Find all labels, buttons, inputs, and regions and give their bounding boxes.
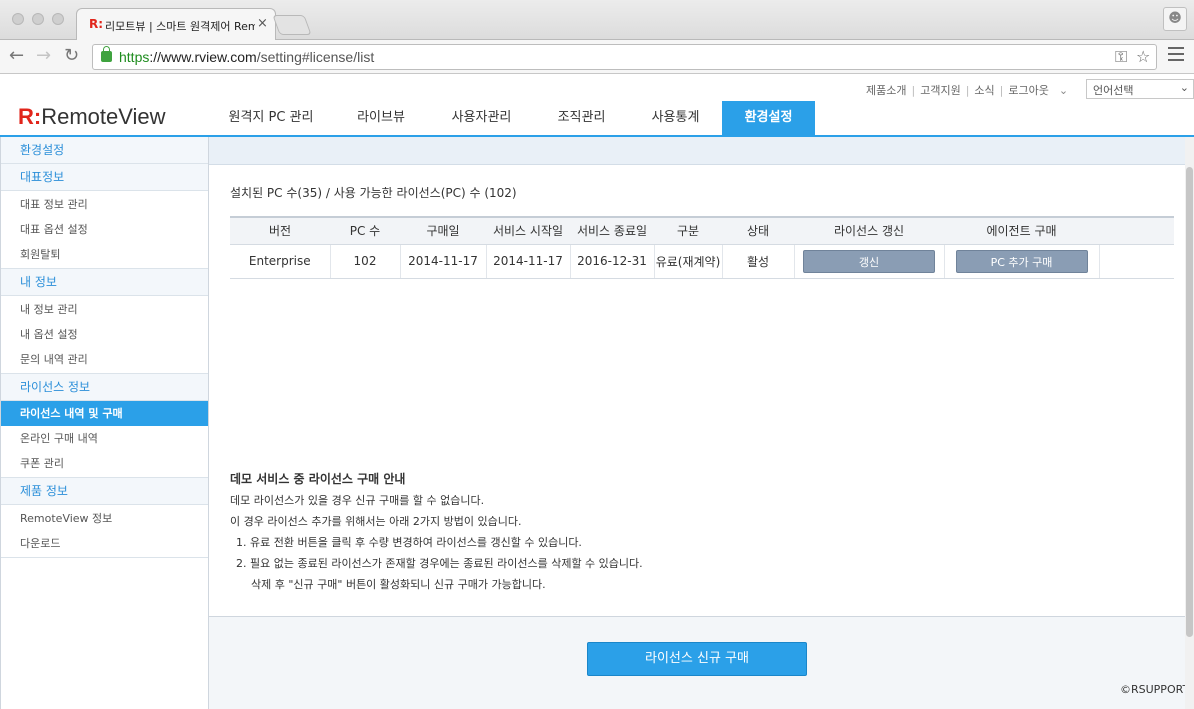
guide-title: 데모 서비스 중 라이선스 구매 안내 bbox=[230, 472, 406, 486]
utility-links: 제품소개 | 고객지원 | 소식 | 로그아웃 ⌄ bbox=[866, 84, 1069, 97]
col-pc-count: PC 수 bbox=[330, 216, 400, 245]
col-renew: 라이선스 갱신 bbox=[794, 216, 944, 245]
cell-version: Enterprise bbox=[230, 244, 331, 279]
sidebar-group-myinfo[interactable]: 내 정보 bbox=[1, 269, 208, 296]
col-status: 상태 bbox=[722, 216, 794, 245]
sidebar-item-my-options[interactable]: 내 옵션 설정 bbox=[1, 322, 208, 347]
table-row: Enterprise 102 2014-11-17 2014-11-17 201… bbox=[230, 244, 1174, 279]
nav-stats[interactable]: 사용통계 bbox=[629, 101, 722, 135]
sidebar-group-license[interactable]: 라이선스 정보 bbox=[1, 374, 208, 401]
guide-line: 2. 필요 없는 종료된 라이선스가 존재할 경우에는 종료된 라이선스를 삭제… bbox=[236, 557, 643, 570]
star-icon[interactable]: ☆ bbox=[1136, 47, 1150, 66]
url-text: https://www.rview.com/setting#license/li… bbox=[119, 49, 375, 65]
browser-toolbar: ← → ↻ https://www.rview.com/setting#lice… bbox=[0, 40, 1194, 74]
nav-org[interactable]: 조직관리 bbox=[534, 101, 629, 135]
sidebar-item-coupon[interactable]: 쿠폰 관리 bbox=[1, 451, 208, 476]
sidebar: 환경설정 대표정보 대표 정보 관리 대표 옵션 설정 회원탈퇴 내 정보 내 … bbox=[0, 137, 209, 709]
col-blank bbox=[1099, 216, 1174, 245]
guide-line: 이 경우 라이선스 추가를 위해서는 아래 2가지 방법이 있습니다. bbox=[230, 515, 522, 528]
license-table: 버전 PC 수 구매일 서비스 시작일 서비스 종료일 구분 상태 라이선스 갱… bbox=[230, 216, 1174, 279]
nav-remote-pc[interactable]: 원격지 PC 관리 bbox=[209, 101, 333, 135]
sidebar-item-inquiry[interactable]: 문의 내역 관리 bbox=[1, 347, 208, 372]
guide-line: 데모 라이선스가 있을 경우 신규 구매를 할 수 없습니다. bbox=[230, 494, 485, 507]
zoom-window-button[interactable] bbox=[52, 13, 64, 25]
license-summary: 설치된 PC 수(35) / 사용 가능한 라이선스(PC) 수 (102) bbox=[230, 186, 517, 200]
close-window-button[interactable] bbox=[12, 13, 24, 25]
sidebar-item-withdraw[interactable]: 회원탈퇴 bbox=[1, 242, 208, 267]
cell-purchase-date: 2014-11-17 bbox=[400, 244, 487, 279]
browser-tab[interactable]: R: 리모트뷰 | 스마트 원격제어 Rem × bbox=[76, 8, 276, 40]
guide-line: 1. 유료 전환 버튼을 클릭 후 수량 변경하여 라이선스를 갱신할 수 있습… bbox=[236, 536, 582, 549]
reload-icon[interactable]: ↻ bbox=[64, 45, 79, 66]
col-agent: 에이전트 구매 bbox=[944, 216, 1099, 245]
cell-pc-count: 102 bbox=[330, 244, 401, 279]
cell-status: 활성 bbox=[722, 244, 795, 279]
col-purchase-date: 구매일 bbox=[400, 216, 486, 245]
close-tab-icon[interactable]: × bbox=[257, 16, 268, 31]
cell-renew: 갱신 bbox=[794, 244, 945, 279]
chevron-down-icon[interactable]: ⌄ bbox=[1059, 84, 1068, 97]
site-header: R:RemoteView 제품소개 | 고객지원 | 소식 | 로그아웃 ⌄ 언어선택 ⌄ 원… bbox=[0, 74, 1194, 137]
main-area: 설치된 PC 수(35) / 사용 가능한 라이선스(PC) 수 (102) 버… bbox=[209, 137, 1189, 709]
link-product[interactable]: 제품소개 bbox=[866, 84, 906, 97]
purchase-guide: 데모 서비스 중 라이선스 구매 안내 데모 라이선스가 있을 경우 신규 구매… bbox=[230, 469, 643, 595]
lock-icon bbox=[101, 46, 112, 62]
cell-type: 유료(재계약) bbox=[654, 244, 723, 279]
sidebar-item-remoteview-info[interactable]: RemoteView 정보 bbox=[1, 506, 208, 531]
sidebar-item-license-list[interactable]: 라이선스 내역 및 구매 bbox=[1, 401, 208, 426]
sidebar-item-online-purchase[interactable]: 온라인 구매 내역 bbox=[1, 426, 208, 451]
cell-service-end: 2016-12-31 bbox=[570, 244, 655, 279]
sidebar-group-rep[interactable]: 대표정보 bbox=[1, 164, 208, 191]
language-select[interactable]: 언어선택 ⌄ bbox=[1086, 79, 1194, 99]
col-service-start: 서비스 시작일 bbox=[486, 216, 570, 245]
sidebar-title: 환경설정 bbox=[1, 137, 208, 164]
content-header-bar bbox=[209, 137, 1185, 165]
scroll-thumb[interactable] bbox=[1186, 167, 1193, 637]
tab-title: 리모트뷰 | 스마트 원격제어 Rem bbox=[105, 20, 255, 33]
cell-agent: PC 추가 구매 bbox=[944, 244, 1100, 279]
minimize-window-button[interactable] bbox=[32, 13, 44, 25]
new-license-purchase-button[interactable]: 라이선스 신규 구매 bbox=[587, 642, 807, 676]
table-header-row: 버전 PC 수 구매일 서비스 시작일 서비스 종료일 구분 상태 라이선스 갱… bbox=[230, 216, 1174, 245]
back-icon[interactable]: ← bbox=[9, 45, 24, 66]
sidebar-item-rep-info[interactable]: 대표 정보 관리 bbox=[1, 192, 208, 217]
browser-tabbar: R: 리모트뷰 | 스마트 원격제어 Rem × ☻ bbox=[0, 0, 1194, 40]
cell-service-start: 2014-11-17 bbox=[486, 244, 571, 279]
guide-line: 삭제 후 "신규 구매" 버튼이 활성화되니 신규 구매가 가능합니다. bbox=[251, 578, 546, 591]
renew-button[interactable]: 갱신 bbox=[803, 249, 935, 273]
nav-liveview[interactable]: 라이브뷰 bbox=[333, 101, 429, 135]
link-support[interactable]: 고객지원 bbox=[920, 84, 960, 97]
sidebar-item-download[interactable]: 다운로드 bbox=[1, 531, 208, 556]
page-scrollbar[interactable] bbox=[1185, 137, 1194, 709]
key-icon[interactable]: ⚿ bbox=[1115, 47, 1127, 67]
chevron-down-icon: ⌄ bbox=[1179, 81, 1189, 94]
sidebar-item-my-info[interactable]: 내 정보 관리 bbox=[1, 297, 208, 322]
logo[interactable]: R:RemoteView bbox=[18, 104, 166, 130]
nav-settings[interactable]: 환경설정 bbox=[722, 101, 815, 135]
address-bar[interactable]: https://www.rview.com/setting#license/li… bbox=[92, 44, 1157, 70]
forward-icon[interactable]: → bbox=[36, 45, 51, 66]
favicon-icon: R: bbox=[89, 17, 104, 31]
menu-icon[interactable] bbox=[1168, 47, 1184, 61]
nav-users[interactable]: 사용자관리 bbox=[429, 101, 534, 135]
license-panel: 설치된 PC 수(35) / 사용 가능한 라이선스(PC) 수 (102) 버… bbox=[209, 165, 1185, 617]
copyright: ©RSUPPORT bbox=[1120, 683, 1190, 696]
col-service-end: 서비스 종료일 bbox=[570, 216, 654, 245]
sidebar-item-rep-options[interactable]: 대표 옵션 설정 bbox=[1, 217, 208, 242]
link-logout[interactable]: 로그아웃 bbox=[1008, 84, 1048, 97]
col-type: 구분 bbox=[654, 216, 722, 245]
new-tab-button[interactable] bbox=[272, 15, 312, 35]
add-pc-purchase-button[interactable]: PC 추가 구매 bbox=[955, 249, 1088, 273]
link-news[interactable]: 소식 bbox=[974, 84, 994, 97]
cell-blank bbox=[1099, 244, 1174, 279]
profile-icon[interactable]: ☻ bbox=[1163, 7, 1187, 31]
sidebar-group-product[interactable]: 제품 정보 bbox=[1, 478, 208, 505]
col-version: 버전 bbox=[230, 216, 330, 245]
